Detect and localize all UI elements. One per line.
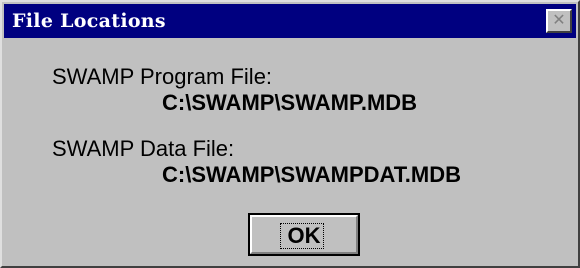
data-file-label: SWAMP Data File: — [52, 136, 235, 161]
ok-button[interactable]: OK — [248, 213, 360, 256]
data-file-path: C:\SWAMP\SWAMPDAT.MDB — [162, 162, 462, 187]
file-locations-dialog: File Locations ✕ SWAMP Program File: C:\… — [0, 0, 580, 268]
program-file-label: SWAMP Program File: — [52, 64, 273, 89]
dialog-title: File Locations — [12, 10, 166, 32]
program-file-path: C:\SWAMP\SWAMP.MDB — [162, 90, 418, 115]
title-bar[interactable]: File Locations ✕ — [4, 4, 576, 38]
ok-button-label: OK — [287, 223, 321, 248]
close-button[interactable]: ✕ — [546, 9, 572, 33]
close-icon: ✕ — [552, 10, 566, 29]
